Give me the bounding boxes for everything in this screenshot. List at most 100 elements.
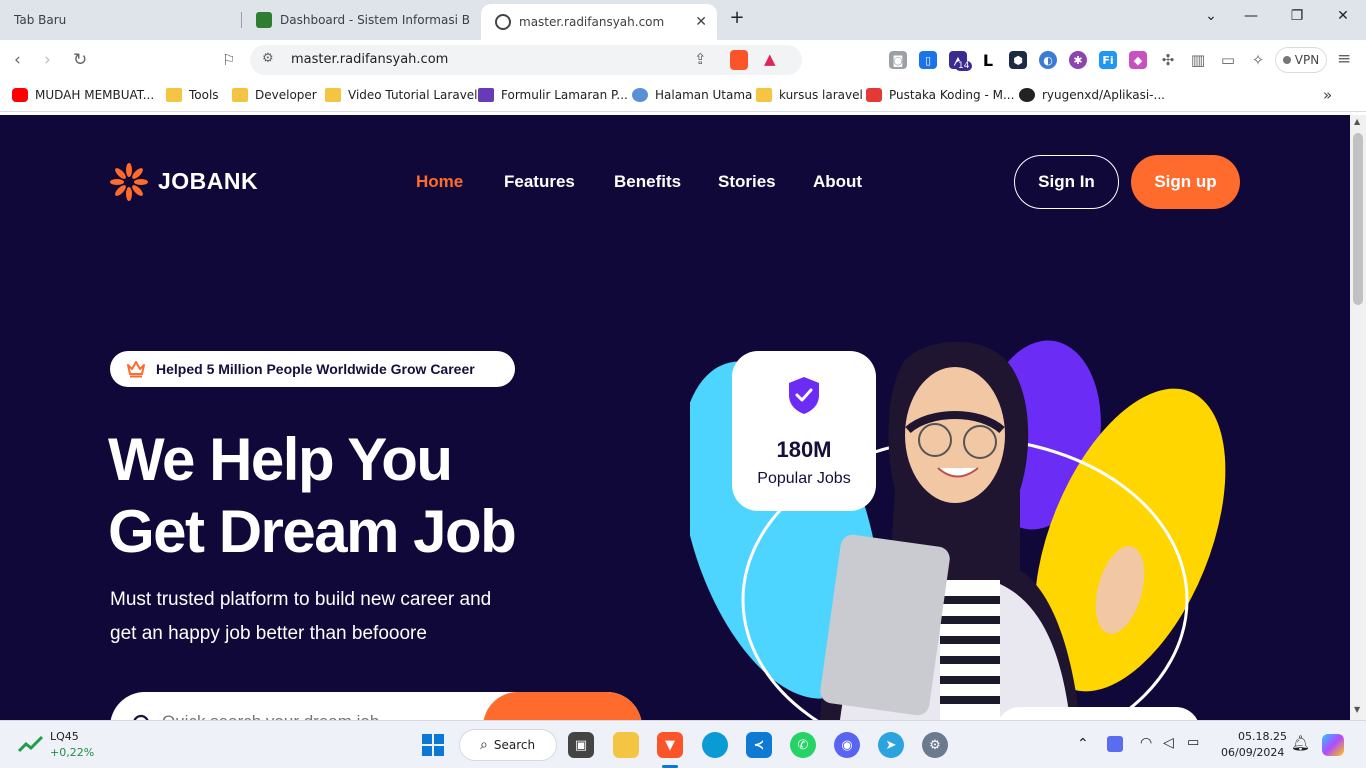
bookmark-tools[interactable]: Tools: [166, 88, 219, 102]
task-view-icon[interactable]: ▣: [568, 732, 594, 758]
hero-subtitle-line1: Must trusted platform to build new caree…: [110, 589, 492, 610]
bookmark-developer[interactable]: Developer: [232, 88, 317, 102]
file-explorer-icon[interactable]: [613, 732, 639, 758]
nav-stories[interactable]: Stories: [718, 172, 776, 192]
share-icon[interactable]: ⇪: [694, 50, 707, 68]
l-ext-icon[interactable]: L: [979, 51, 997, 70]
new-tab-button[interactable]: +: [722, 7, 752, 28]
bookmark-label: Formulir Lamaran P...: [501, 88, 628, 102]
bookmark-icon[interactable]: ⚐: [222, 51, 235, 69]
job-search-input[interactable]: [162, 712, 462, 720]
battery-icon[interactable]: ▭: [1187, 735, 1199, 750]
tray-overflow-icon[interactable]: ⌃: [1077, 736, 1089, 752]
nav-features[interactable]: Features: [504, 172, 575, 192]
tab-title: Dashboard - Sistem Informasi Beasi: [280, 13, 470, 27]
edge-app-icon[interactable]: [702, 732, 728, 758]
taskbar-search[interactable]: ⌕ Search: [459, 729, 557, 761]
reload-icon[interactable]: ↻: [73, 50, 87, 70]
sidebar-icon[interactable]: ▥: [1189, 51, 1207, 69]
browser-toolbar: ‹ › ↻ ⚐ ⚙ master.radifansyah.com ⇪ ▲ ◙ ▯…: [0, 40, 1366, 80]
brave-browser-icon[interactable]: ▼: [657, 732, 683, 758]
sign-up-button[interactable]: Sign up: [1131, 155, 1240, 209]
copilot-icon[interactable]: [1322, 734, 1344, 756]
stock-name: LQ45: [50, 730, 79, 743]
crown-icon: [127, 361, 145, 378]
settings-gear-icon[interactable]: ⚙: [922, 732, 948, 758]
url-text: master.radifansyah.com: [291, 52, 449, 67]
globe-icon: [495, 14, 511, 30]
hero-subtitle-line2: get an happy job better than befooore: [110, 623, 427, 644]
sign-in-button[interactable]: Sign In: [1014, 155, 1119, 209]
web-page: JOBANK Home Features Benefits Stories Ab…: [0, 115, 1350, 720]
info-card: [996, 707, 1200, 720]
menu-icon[interactable]: ≡: [1337, 49, 1351, 69]
vpn-button[interactable]: VPN: [1275, 47, 1327, 73]
vscode-icon[interactable]: ≺: [746, 732, 772, 758]
tab-bar: Tab Baru Dashboard - Sistem Informasi Be…: [0, 0, 1366, 40]
discord-icon[interactable]: ◉: [834, 732, 860, 758]
tab-master[interactable]: master.radifansyah.com ✕: [481, 4, 717, 40]
sunburst-logo-icon[interactable]: [110, 163, 148, 201]
globe-ext-icon[interactable]: ◐: [1039, 51, 1057, 69]
vpn-label: VPN: [1294, 53, 1320, 67]
tray-app-icon[interactable]: [1107, 736, 1123, 752]
tab-dashboard[interactable]: Dashboard - Sistem Informasi Beasi: [242, 0, 478, 40]
close-window-button[interactable]: ✕: [1328, 8, 1358, 24]
scroll-down-icon[interactable]: ▼: [1354, 705, 1360, 714]
bookmark-pustaka-koding[interactable]: Pustaka Koding - M...: [866, 88, 1014, 102]
forward-icon[interactable]: ›: [44, 50, 51, 70]
gradient-ext-icon[interactable]: ◆: [1129, 51, 1147, 69]
telegram-icon[interactable]: ➤: [878, 732, 904, 758]
scroll-thumb[interactable]: [1353, 133, 1363, 305]
address-bar[interactable]: ⚙ master.radifansyah.com ⇪ ▲: [250, 45, 802, 75]
tab-title: master.radifansyah.com: [519, 15, 665, 29]
leo-ai-icon[interactable]: ✧: [1249, 51, 1267, 69]
clock-date[interactable]: 06/09/2024: [1221, 746, 1284, 759]
wifi-icon[interactable]: ◠: [1140, 735, 1152, 751]
fi-ext-icon[interactable]: Fi: [1099, 51, 1117, 69]
wallet-icon[interactable]: ▭: [1219, 51, 1237, 69]
camera-ext-icon[interactable]: ◙: [889, 51, 907, 69]
nav-benefits[interactable]: Benefits: [614, 172, 681, 192]
page-scrollbar[interactable]: ▲ ▼: [1350, 115, 1366, 720]
bookmark-video-tutorial[interactable]: Video Tutorial Laravel: [325, 88, 478, 102]
stat-number: 180M: [776, 437, 832, 462]
extensions-icon[interactable]: ✣: [1159, 51, 1177, 69]
scroll-up-icon[interactable]: ▲: [1354, 117, 1360, 126]
windows-taskbar: LQ45 +0,22% ⌕ Search ▣ ▼ ≺ ✆ ◉ ➤ ⚙ ⌃ ◠ ◁…: [0, 720, 1366, 768]
clock-time[interactable]: 05.18.25: [1238, 730, 1287, 743]
nav-about[interactable]: About: [813, 172, 862, 192]
close-tab-icon[interactable]: ✕: [695, 14, 707, 30]
restore-button[interactable]: ❐: [1282, 8, 1312, 24]
more-bookmarks-icon[interactable]: »: [1323, 86, 1332, 104]
bookmark-youtube[interactable]: MUDAH MEMBUAT...: [12, 88, 154, 102]
site-info-icon[interactable]: ⚙: [262, 51, 274, 66]
tab-search-icon[interactable]: ⌄: [1196, 8, 1226, 24]
whatsapp-icon[interactable]: ✆: [790, 732, 816, 758]
bookmarks-bar: MUDAH MEMBUAT... Tools Developer Video T…: [0, 80, 1366, 112]
bookmark-halaman-utama[interactable]: Halaman Utama: [632, 88, 752, 102]
windows-start-icon[interactable]: [420, 732, 446, 758]
nav-home[interactable]: Home: [416, 172, 463, 192]
brand-name[interactable]: JOBANK: [158, 168, 258, 195]
clipboard-ext-icon[interactable]: ▯: [919, 51, 937, 69]
bookmark-kursus-laravel[interactable]: kursus laravel: [756, 88, 863, 102]
volume-icon[interactable]: ◁: [1163, 735, 1174, 751]
notification-bell-icon[interactable]: 🔔︎: [1291, 734, 1310, 752]
brave-rewards-icon[interactable]: ▲: [764, 50, 776, 68]
bookmark-github[interactable]: ryugenxd/Aplikasi-...: [1019, 88, 1165, 102]
stock-chart-icon: [18, 735, 44, 753]
minimize-button[interactable]: —: [1236, 8, 1266, 24]
form-icon: [478, 88, 494, 102]
github-icon: [1019, 88, 1035, 102]
bookmark-formulir[interactable]: Formulir Lamaran P...: [478, 88, 628, 102]
brave-shields-icon[interactable]: [730, 50, 748, 70]
back-icon[interactable]: ‹: [14, 50, 21, 70]
tab-new[interactable]: Tab Baru: [0, 0, 240, 40]
gear-ext-icon[interactable]: ✱: [1069, 51, 1087, 69]
bookmark-label: MUDAH MEMBUAT...: [35, 88, 155, 102]
hex-ext-icon[interactable]: ⬢: [1009, 51, 1027, 69]
bookmark-label: Video Tutorial Laravel: [348, 88, 478, 102]
explore-now-button[interactable]: Explore Now: [483, 692, 642, 720]
bookmark-label: kursus laravel: [779, 88, 863, 102]
